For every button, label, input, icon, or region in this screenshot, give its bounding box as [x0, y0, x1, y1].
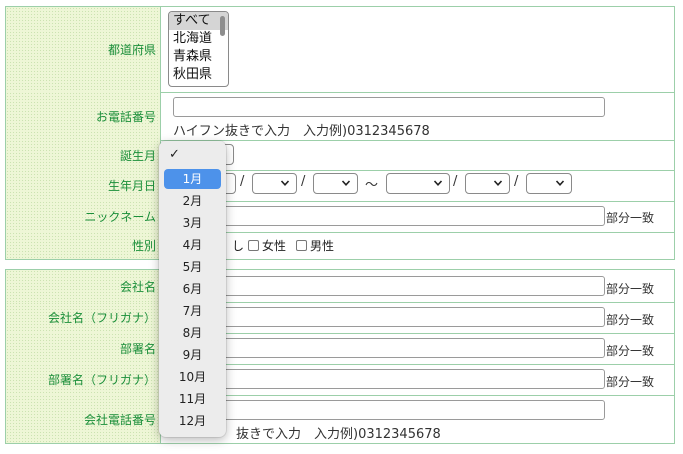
chevron-down-icon [433, 180, 443, 186]
row-nickname: ニックネーム 部分一致 [6, 201, 674, 233]
search-form-section-company: 会社名 部分一致 会社名（フリガナ） 部分一致 部署名 部分一致 部署名（フリガ… [5, 269, 675, 444]
month-option[interactable]: 6月 [164, 279, 221, 299]
row-department: 部署名 部分一致 [6, 333, 674, 365]
month-option[interactable]: 12月 [164, 411, 221, 431]
birthdate-from-day-select[interactable] [313, 173, 358, 194]
month-option[interactable]: 4月 [164, 235, 221, 255]
chevron-down-icon [555, 180, 565, 186]
search-form-section-personal: 都道府県 お電話番号 ハイフン抜きで入力 入力例)0312345678 誕生月 … [5, 6, 675, 260]
label-department: 部署名 [6, 333, 161, 364]
gender-option-none-tail: し [232, 239, 245, 253]
department-kana-match-mode: 部分一致 [606, 375, 655, 389]
birthdate-to-year-select[interactable] [386, 173, 450, 194]
row-gender: 性別 し 女性 男性 [6, 232, 674, 259]
nickname-input[interactable] [173, 206, 605, 226]
row-prefecture: 都道府県 [6, 7, 674, 93]
month-option[interactable]: 7月 [164, 301, 221, 321]
company-phone-input[interactable] [173, 400, 605, 420]
field-birthdate: / / 〜 / / [168, 170, 674, 201]
gender-female-label: 女性 [262, 239, 287, 253]
field-company-phone: 抜きで入力 入力例)0312345678 [168, 395, 674, 443]
department-input[interactable] [173, 338, 605, 358]
field-company-kana [168, 302, 674, 333]
label-prefecture: 都道府県 [6, 7, 161, 92]
label-department-kana: 部署名（フリガナ） [6, 364, 161, 395]
field-birth-month [168, 140, 674, 170]
gender-option-female[interactable]: 女性 [248, 237, 286, 254]
gender-female-checkbox[interactable] [248, 240, 259, 251]
field-department-kana [168, 364, 674, 395]
prefecture-option[interactable]: 秋田県 [169, 66, 228, 84]
phone-hint: ハイフン抜きで入力 入力例)0312345678 [173, 124, 430, 139]
gender-male-label: 男性 [310, 239, 335, 253]
row-company: 会社名 部分一致 [6, 270, 674, 303]
prefecture-option[interactable]: 青森県 [169, 48, 228, 66]
label-phone: お電話番号 [6, 92, 161, 140]
field-nickname [168, 201, 674, 232]
label-nickname: ニックネーム [6, 201, 161, 232]
row-birthdate: 生年月日 / / 〜 / / [6, 170, 674, 202]
month-option[interactable]: 9月 [164, 345, 221, 365]
label-company-phone: 会社電話番号 [6, 395, 161, 443]
range-tilde: 〜 [365, 178, 379, 193]
birthdate-to-day-select[interactable] [526, 173, 572, 194]
row-phone: お電話番号 ハイフン抜きで入力 入力例)0312345678 [6, 92, 674, 141]
field-company [168, 270, 674, 302]
gender-option-male[interactable]: 男性 [296, 237, 334, 254]
chevron-down-icon [280, 180, 290, 186]
company-phone-hint: 抜きで入力 入力例)0312345678 [236, 427, 441, 442]
month-option[interactable]: 3月 [164, 213, 221, 233]
company-match-mode: 部分一致 [606, 282, 655, 296]
company-kana-input[interactable] [173, 307, 605, 327]
date-separator: / [301, 174, 306, 189]
label-company: 会社名 [6, 270, 161, 302]
row-birth-month: 誕生月 [6, 140, 674, 171]
birthdate-to-month-select[interactable] [465, 173, 510, 194]
month-option[interactable]: 11月 [164, 389, 221, 409]
prefecture-listbox[interactable]: すべて 北海道 青森県 秋田県 [168, 11, 229, 87]
nickname-match-mode: 部分一致 [606, 211, 655, 225]
department-match-mode: 部分一致 [606, 344, 655, 358]
listbox-scrollbar[interactable] [220, 16, 225, 36]
field-gender: し 女性 男性 [168, 232, 674, 259]
birth-month-dropdown-menu: ✓ 1月 2月 3月 4月 5月 6月 7月 8月 9月 10月 11月 12月 [159, 141, 226, 437]
label-company-kana: 会社名（フリガナ） [6, 302, 161, 333]
birthdate-from-month-select[interactable] [252, 173, 297, 194]
month-option[interactable]: 5月 [164, 257, 221, 277]
chevron-down-icon [493, 180, 503, 186]
label-birth-month: 誕生月 [6, 140, 161, 170]
label-birthdate: 生年月日 [6, 170, 161, 201]
date-separator: / [240, 174, 245, 189]
month-option[interactable]: 2月 [164, 191, 221, 211]
company-kana-match-mode: 部分一致 [606, 313, 655, 327]
row-company-phone: 会社電話番号 抜きで入力 入力例)0312345678 [6, 395, 674, 443]
row-department-kana: 部署名（フリガナ） 部分一致 [6, 364, 674, 396]
row-company-kana: 会社名（フリガナ） 部分一致 [6, 302, 674, 334]
phone-input[interactable] [173, 97, 605, 117]
date-separator: / [453, 174, 458, 189]
department-kana-input[interactable] [173, 369, 605, 389]
company-input[interactable] [173, 276, 605, 296]
month-option[interactable]: 1月 [164, 169, 221, 189]
checkmark-icon: ✓ [169, 147, 180, 162]
chevron-down-icon [341, 180, 351, 186]
field-phone: ハイフン抜きで入力 入力例)0312345678 [168, 92, 674, 140]
date-separator: / [514, 174, 519, 189]
month-option[interactable]: 8月 [164, 323, 221, 343]
field-department [168, 333, 674, 364]
label-gender: 性別 [6, 232, 161, 259]
month-option[interactable]: 10月 [164, 367, 221, 387]
gender-male-checkbox[interactable] [296, 240, 307, 251]
